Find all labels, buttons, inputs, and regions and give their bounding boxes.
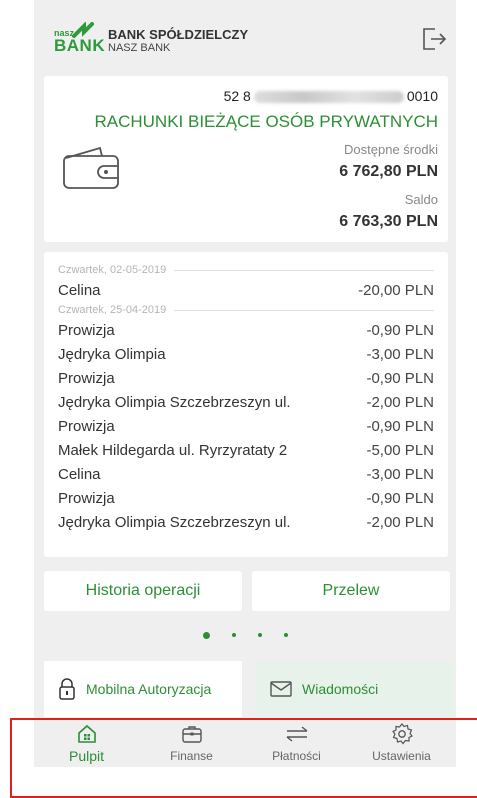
logout-button[interactable] <box>419 25 447 53</box>
nav-label-pulpit: Pulpit <box>68 748 105 764</box>
account-number-prefix: 52 8 <box>223 88 251 104</box>
bank-logo: nasz BANK <box>54 22 105 56</box>
transaction-name: Prowizja <box>58 489 115 507</box>
page-dot[interactable] <box>202 631 210 639</box>
transaction-row[interactable]: Jędryka Olimpia Szczebrzeszyn ul. -2,00 P… <box>58 390 434 414</box>
transaction-row[interactable]: Celina -20,00 PLN <box>58 278 434 302</box>
transaction-row[interactable]: Celina -3,00 PLN <box>58 462 434 486</box>
transaction-amount: -20,00 PLN <box>358 281 434 299</box>
transaction-name: Celina <box>58 465 101 483</box>
transaction-row[interactable]: Jędryka Olimpia -3,00 PLN <box>58 342 434 366</box>
transaction-name: Jędryka Olimpia Szczebrzeszyn ul. <box>58 393 291 411</box>
available-label: Dostępne środki <box>344 142 438 157</box>
account-number-suffix: 0010 <box>406 88 438 104</box>
transaction-row[interactable]: Prowizja -0,90 PLN <box>58 318 434 342</box>
briefcase-icon <box>181 726 202 743</box>
nav-label-finanse: Finanse <box>170 749 213 763</box>
transaction-name: Prowizja <box>58 417 115 435</box>
envelope-icon <box>270 681 292 697</box>
gear-icon <box>391 723 413 745</box>
transaction-amount: -5,00 PLN <box>366 441 434 459</box>
transaction-amount: -2,00 PLN <box>366 513 434 531</box>
page-dot[interactable] <box>257 633 262 637</box>
transaction-row[interactable]: Jędryka Olimpia Szczebrzeszyn ul. -2,00 P… <box>58 510 434 534</box>
nav-item-finanse[interactable]: Finanse <box>139 722 244 763</box>
transaction-list[interactable]: Czwartek, 02-05-2019 Celina -20,00 PLN Czwa… <box>44 252 448 557</box>
transaction-row[interactable]: Prowizja -0,90 PLN <box>58 414 434 438</box>
transaction-amount: -0,90 PLN <box>366 417 434 435</box>
account-number: 52 8 0010 <box>224 88 438 104</box>
transfer-button[interactable]: Przelew <box>252 571 450 611</box>
transaction-name: Małek Hildegarda ul. Ryrzyrataty 2 <box>58 441 288 459</box>
mobile-auth-label: Mobilna Autoryzacja <box>86 681 212 697</box>
date-divider <box>174 269 434 271</box>
history-button[interactable]: Historia operacji <box>44 571 242 611</box>
saldo-label: Saldo <box>404 192 438 207</box>
transaction-name: Jędryka Olimpia <box>58 345 166 363</box>
nav-item-pulpit[interactable]: Pulpit <box>34 722 139 764</box>
bank-name: BANK SPÓŁDZIELCZY <box>108 27 249 42</box>
transaction-amount: -2,00 PLN <box>366 393 434 411</box>
available-value: 6 762,80 PLN <box>339 163 438 180</box>
app-screen: nasz BANK BANK SPÓŁDZIELCZY NASZ BANK 52… <box>34 0 456 767</box>
bank-subname: NASZ BANK <box>108 42 171 54</box>
transaction-name: Prowizja <box>58 321 115 339</box>
nav-label-platnosci: Płatności <box>272 749 321 763</box>
messages-label: Wiadomości <box>302 681 379 697</box>
messages-tile[interactable]: Wiadomości <box>256 661 454 717</box>
page-dot[interactable] <box>283 633 288 637</box>
transaction-amount: -0,90 PLN <box>366 369 434 387</box>
nav-item-platnosci[interactable]: Płatności <box>244 722 349 763</box>
date-label: Czwartek, 02-05-2019 <box>58 264 167 276</box>
mobile-auth-tile[interactable]: Mobilna Autoryzacja <box>44 661 242 717</box>
logo-big-text: BANK <box>54 36 106 55</box>
bottom-nav: Pulpit Finanse Płatności Ustawienia <box>34 720 456 767</box>
transaction-name: Celina <box>58 281 101 299</box>
transaction-amount: -0,90 PLN <box>366 321 434 339</box>
list-fade <box>44 533 448 557</box>
date-divider <box>174 309 434 311</box>
date-separator: Czwartek, 02-05-2019 <box>58 262 434 278</box>
nav-label-ustawienia: Ustawienia <box>372 749 431 763</box>
transaction-name: Prowizja <box>58 369 115 387</box>
transaction-amount: -3,00 PLN <box>366 345 434 363</box>
page-dot[interactable] <box>231 633 236 637</box>
account-number-masked <box>253 91 404 104</box>
transfer-arrows-icon <box>286 726 307 742</box>
saldo-value: 6 763,30 PLN <box>339 213 438 230</box>
page-indicator <box>34 628 456 642</box>
transaction-row[interactable]: Prowizja -0,90 PLN <box>58 486 434 510</box>
transaction-amount: -0,90 PLN <box>366 489 434 507</box>
date-label: Czwartek, 25-04-2019 <box>58 304 167 316</box>
transaction-row[interactable]: Prowizja -0,90 PLN <box>58 366 434 390</box>
wallet-icon <box>63 146 119 189</box>
nav-item-ustawienia[interactable]: Ustawienia <box>349 722 454 763</box>
padlock-icon <box>59 678 75 700</box>
home-icon <box>77 724 96 743</box>
transaction-amount: -3,00 PLN <box>366 465 434 483</box>
account-type: RACHUNKI BIEŻĄCE OSÓB PRYWATNYCH <box>94 112 438 131</box>
transaction-list-inner: Czwartek, 02-05-2019 Celina -20,00 PLN Czwa… <box>58 262 434 534</box>
header: nasz BANK BANK SPÓŁDZIELCZY NASZ BANK <box>34 0 456 64</box>
account-card[interactable]: 52 8 0010 RACHUNKI BIEŻĄCE OSÓB PRYWATNYC… <box>44 76 448 242</box>
date-separator: Czwartek, 25-04-2019 <box>58 302 434 318</box>
transaction-name: Jędryka Olimpia Szczebrzeszyn ul. <box>58 513 291 531</box>
transaction-row[interactable]: Małek Hildegarda ul. Ryrzyrataty 2 -5,00 … <box>58 438 434 462</box>
logout-icon <box>423 28 447 50</box>
